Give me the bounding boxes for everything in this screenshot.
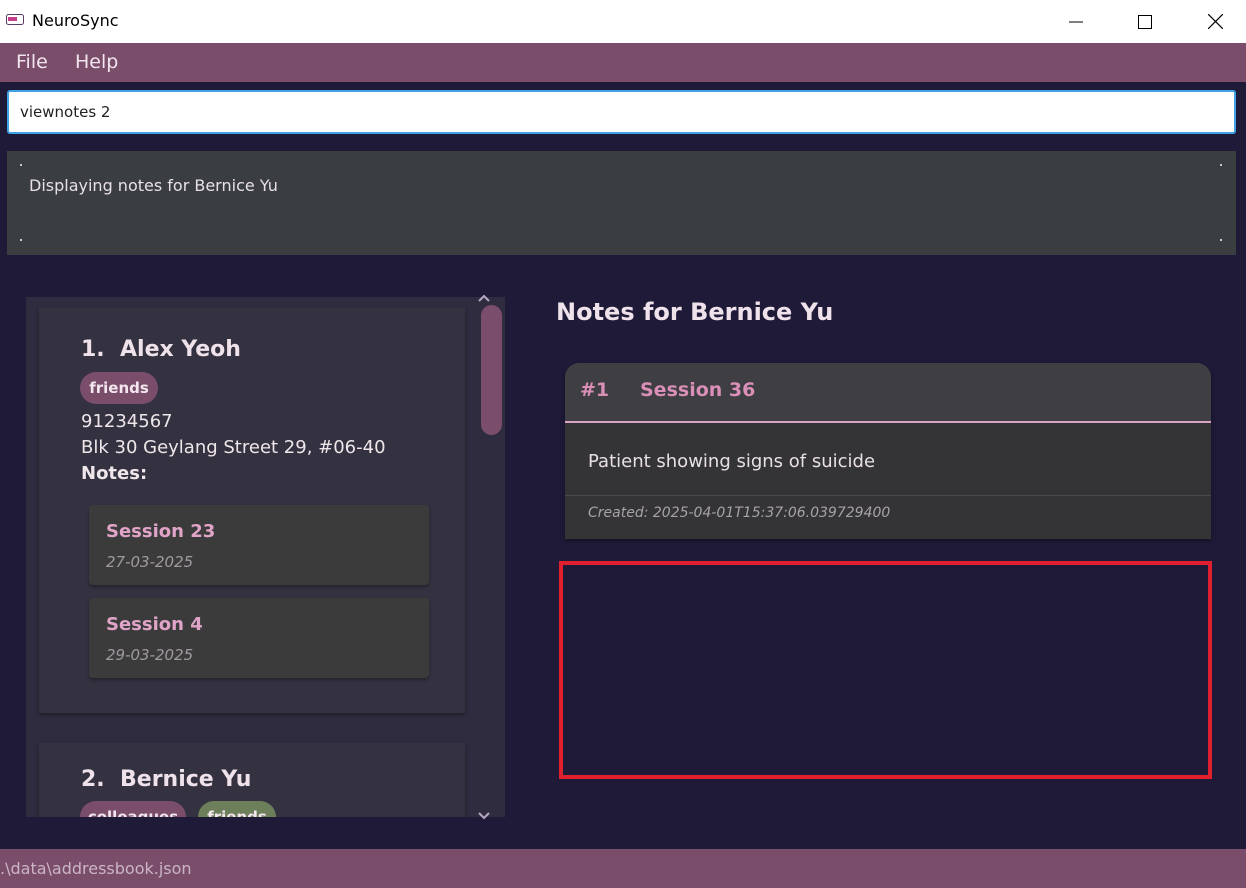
corner-dot	[1220, 164, 1222, 166]
tag-friends: friends	[198, 801, 276, 817]
close-icon	[1207, 14, 1223, 29]
person-card[interactable]: 1. Alex Yeoh friends 91234567 Blk 30 Gey…	[39, 308, 465, 713]
note-summary[interactable]: Session 4 29-03-2025	[89, 598, 429, 678]
result-display: Displaying notes for Bernice Yu	[7, 151, 1236, 255]
scroll-up-icon[interactable]	[476, 294, 492, 304]
menu-help[interactable]: Help	[75, 51, 118, 73]
person-list[interactable]: 1. Alex Yeoh friends 91234567 Blk 30 Gey…	[26, 297, 505, 817]
corner-dot	[20, 239, 22, 241]
note-index: #1	[580, 379, 610, 401]
window-title: NeuroSync	[32, 11, 119, 30]
note-title: Session 36	[640, 379, 756, 401]
person-phone: 91234567	[81, 411, 173, 432]
person-name: 2. Bernice Yu	[81, 767, 252, 792]
status-file-path: .\data\addressbook.json	[0, 859, 192, 878]
note-summary-date: 27-03-2025	[106, 553, 194, 571]
corner-dot	[1220, 239, 1222, 241]
note-header: #1 Session 36	[565, 363, 1211, 423]
person-address: Blk 30 Geylang Street 29, #06-40	[81, 437, 386, 458]
scrollbar-thumb[interactable]	[481, 305, 502, 435]
menu-bar: File Help	[0, 43, 1246, 82]
notes-label: Notes:	[81, 463, 148, 484]
tag-friends: friends	[80, 372, 158, 404]
app-icon	[6, 14, 24, 25]
corner-dot	[20, 164, 22, 166]
title-bar: NeuroSync	[0, 0, 1246, 43]
maximize-button[interactable]	[1110, 0, 1180, 43]
scroll-down-icon[interactable]	[476, 810, 492, 820]
command-box	[7, 90, 1236, 134]
note-summary-title: Session 23	[106, 521, 216, 542]
note-card[interactable]: #1 Session 36 Patient showing signs of s…	[565, 363, 1211, 539]
maximize-icon	[1138, 14, 1152, 29]
divider	[565, 495, 1211, 496]
result-message: Displaying notes for Bernice Yu	[29, 176, 278, 195]
notes-heading: Notes for Bernice Yu	[556, 298, 834, 326]
tag-colleagues: colleagues	[80, 801, 186, 817]
note-summary-title: Session 4	[106, 614, 203, 635]
close-button[interactable]	[1180, 0, 1246, 43]
note-summary[interactable]: Session 23 27-03-2025	[89, 505, 429, 585]
minimize-button[interactable]	[1041, 0, 1111, 43]
status-bar: .\data\addressbook.json	[0, 849, 1246, 888]
minimize-icon	[1069, 21, 1083, 22]
highlight-box	[559, 561, 1212, 779]
note-created: Created: 2025-04-01T15:37:06.039729400	[588, 505, 891, 521]
note-content: Patient showing signs of suicide	[588, 451, 876, 472]
command-input[interactable]	[9, 92, 1234, 132]
menu-file[interactable]: File	[16, 51, 48, 73]
person-card[interactable]: 2. Bernice Yu colleagues friends	[39, 743, 465, 817]
person-name: 1. Alex Yeoh	[81, 337, 241, 362]
note-summary-date: 29-03-2025	[106, 646, 194, 664]
